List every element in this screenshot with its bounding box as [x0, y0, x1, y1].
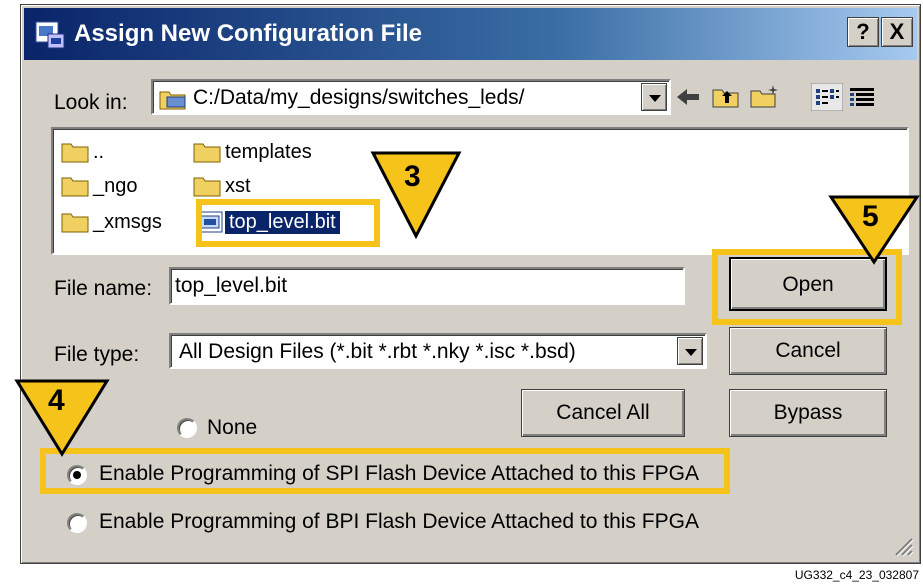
look-in-path: C:/Data/my_designs/switches_leds/ [193, 86, 525, 109]
back-arrow-icon[interactable] [673, 85, 703, 109]
assign-config-dialog: Assign New Configuration File ? X Look i… [20, 4, 921, 564]
close-button[interactable]: X [881, 17, 913, 47]
cancel-all-button[interactable]: Cancel All [521, 389, 685, 437]
file-name-input[interactable]: top_level.bit [169, 267, 685, 305]
option-spi-radio[interactable] [67, 465, 87, 485]
option-bpi-radio[interactable] [67, 513, 87, 533]
help-button[interactable]: ? [847, 17, 879, 47]
file-name: _ngo [93, 175, 138, 197]
callout-4-number: 4 [48, 384, 65, 417]
look-in-dropdown-button[interactable] [641, 83, 667, 111]
details-view-icon[interactable] [847, 85, 877, 109]
new-folder-icon[interactable] [749, 83, 781, 109]
bit-file-icon [197, 211, 223, 233]
callout-5-number: 5 [862, 200, 879, 233]
file-name: _xmsgs [93, 211, 162, 233]
resize-grip-icon[interactable] [892, 535, 914, 557]
app-icon [35, 21, 65, 49]
title-bar: Assign New Configuration File ? X [24, 8, 917, 60]
look-in-label: Look in: [54, 91, 128, 114]
folder-icon [159, 91, 186, 110]
figure-id: UG332_c4_23_032807 [794, 568, 919, 582]
file-name-label: File name: [54, 277, 153, 300]
file-list[interactable]: .. templates _ngo xst _xmsgs top_level.b… [51, 127, 909, 255]
option-none-label[interactable]: None [207, 416, 257, 440]
file-type-label: File type: [54, 343, 140, 366]
bypass-button[interactable]: Bypass [729, 389, 887, 437]
file-name-value: top_level.bit [175, 274, 288, 297]
look-in-combo[interactable]: C:/Data/my_designs/switches_leds/ [151, 79, 671, 115]
option-none-radio[interactable] [177, 418, 197, 438]
folder-icon [193, 177, 221, 197]
folder-icon [193, 143, 221, 163]
list-view-icon[interactable] [811, 83, 843, 111]
up-folder-icon[interactable] [711, 85, 741, 109]
option-bpi-label[interactable]: Enable Programming of BPI Flash Device A… [99, 510, 699, 534]
file-type-dropdown-button[interactable] [677, 337, 703, 365]
cancel-button[interactable]: Cancel [729, 327, 887, 375]
folder-icon [61, 177, 89, 197]
window-title: Assign New Configuration File [74, 20, 423, 47]
callout-3-number: 3 [404, 160, 421, 193]
file-type-value: All Design Files (*.bit *.rbt *.nky *.is… [179, 340, 576, 363]
file-name: .. [93, 141, 105, 163]
folder-icon [61, 143, 89, 163]
file-name: templates [225, 141, 312, 163]
file-name: xst [225, 175, 251, 197]
file-name: top_level.bit [225, 211, 340, 234]
file-type-combo[interactable]: All Design Files (*.bit *.rbt *.nky *.is… [169, 333, 707, 369]
option-spi-label[interactable]: Enable Programming of SPI Flash Device A… [99, 462, 699, 486]
folder-icon [61, 213, 89, 233]
